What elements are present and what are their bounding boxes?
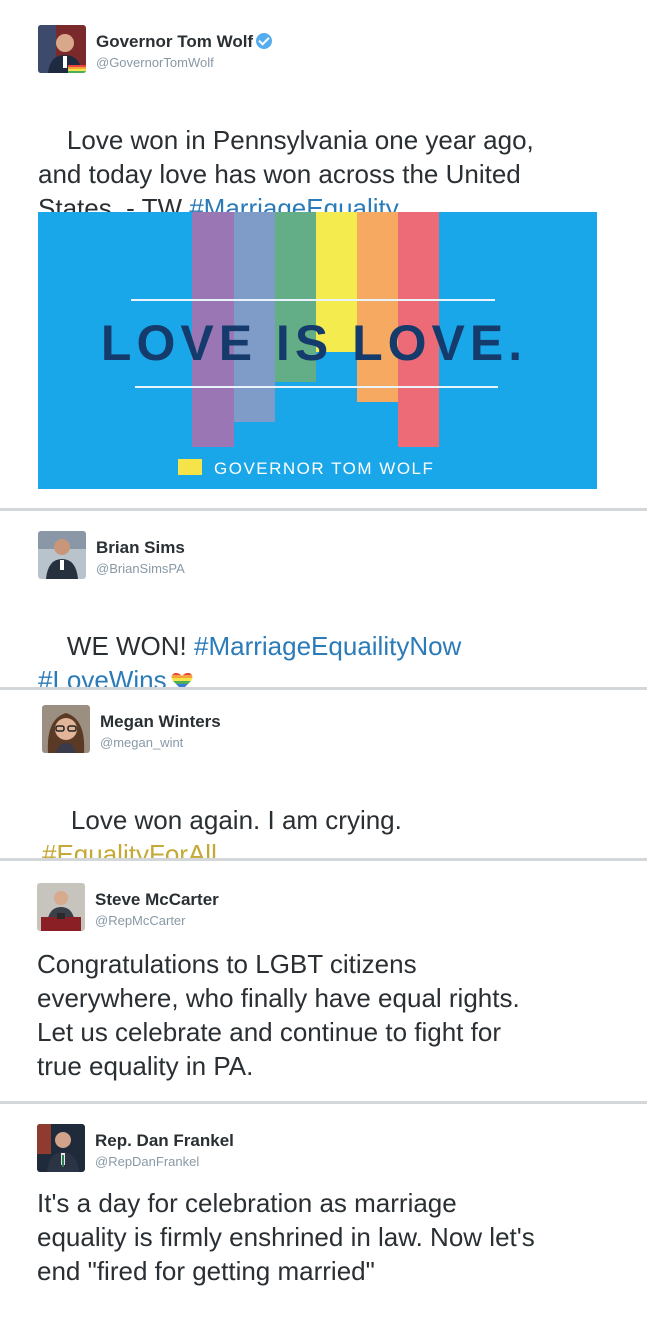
author-name[interactable]: Megan Winters xyxy=(100,712,221,732)
avatar[interactable] xyxy=(38,25,86,73)
portrait-avatar-icon xyxy=(42,705,90,753)
portrait-avatar-icon xyxy=(37,1124,85,1172)
author-handle[interactable]: @megan_wint xyxy=(100,735,183,750)
tweet-image[interactable]: LOVE IS LOVE. GOVERNOR TOM WOLF xyxy=(38,212,597,489)
tweet-megan-winters: Megan Winters @megan_wint Love won again… xyxy=(0,690,647,869)
portrait-avatar-icon xyxy=(37,883,85,931)
tweet-steve-mccarter: Steve McCarter @RepMcCarter Congratulati… xyxy=(0,861,647,1101)
avatar[interactable] xyxy=(38,531,86,579)
verified-badge-icon xyxy=(256,33,273,49)
author-name[interactable]: Governor Tom Wolf xyxy=(96,32,273,52)
author-handle[interactable]: @RepMcCarter xyxy=(95,913,186,928)
author-name[interactable]: Rep. Dan Frankel xyxy=(95,1131,234,1151)
author-handle[interactable]: @GovernorTomWolf xyxy=(96,55,214,70)
author-handle[interactable]: @RepDanFrankel xyxy=(95,1154,199,1169)
tweet-text: It's a day for celebration as marriage e… xyxy=(37,1188,535,1286)
avatar[interactable] xyxy=(37,1124,85,1172)
avatar[interactable] xyxy=(42,705,90,753)
author-handle[interactable]: @BrianSimsPA xyxy=(96,561,185,576)
graphic-footer: GOVERNOR TOM WOLF xyxy=(214,459,434,478)
tweet-brian-sims: Brian Sims @BrianSimsPA WE WON! #Marriag… xyxy=(0,511,647,695)
portrait-avatar-icon xyxy=(38,531,86,579)
avatar[interactable] xyxy=(37,883,85,931)
portrait-avatar-icon xyxy=(38,25,86,73)
author-name[interactable]: Brian Sims xyxy=(96,538,185,558)
pennsylvania-keystone-icon xyxy=(178,459,202,475)
love-is-love-graphic: LOVE IS LOVE. GOVERNOR TOM WOLF xyxy=(38,212,597,489)
tweet-governor-tom-wolf: Governor Tom Wolf @GovernorTomWolf Love … xyxy=(0,0,647,508)
tweet-text: Congratulations to LGBT citizens everywh… xyxy=(37,949,520,1081)
author-name[interactable]: Steve McCarter xyxy=(95,890,219,910)
graphic-headline: LOVE IS LOVE. xyxy=(101,315,527,371)
hashtag-link[interactable]: #MarriageEquailityNow xyxy=(194,631,461,661)
tweet-rep-dan-frankel: Rep. Dan Frankel @RepDanFrankel It's a d… xyxy=(0,1104,647,1321)
